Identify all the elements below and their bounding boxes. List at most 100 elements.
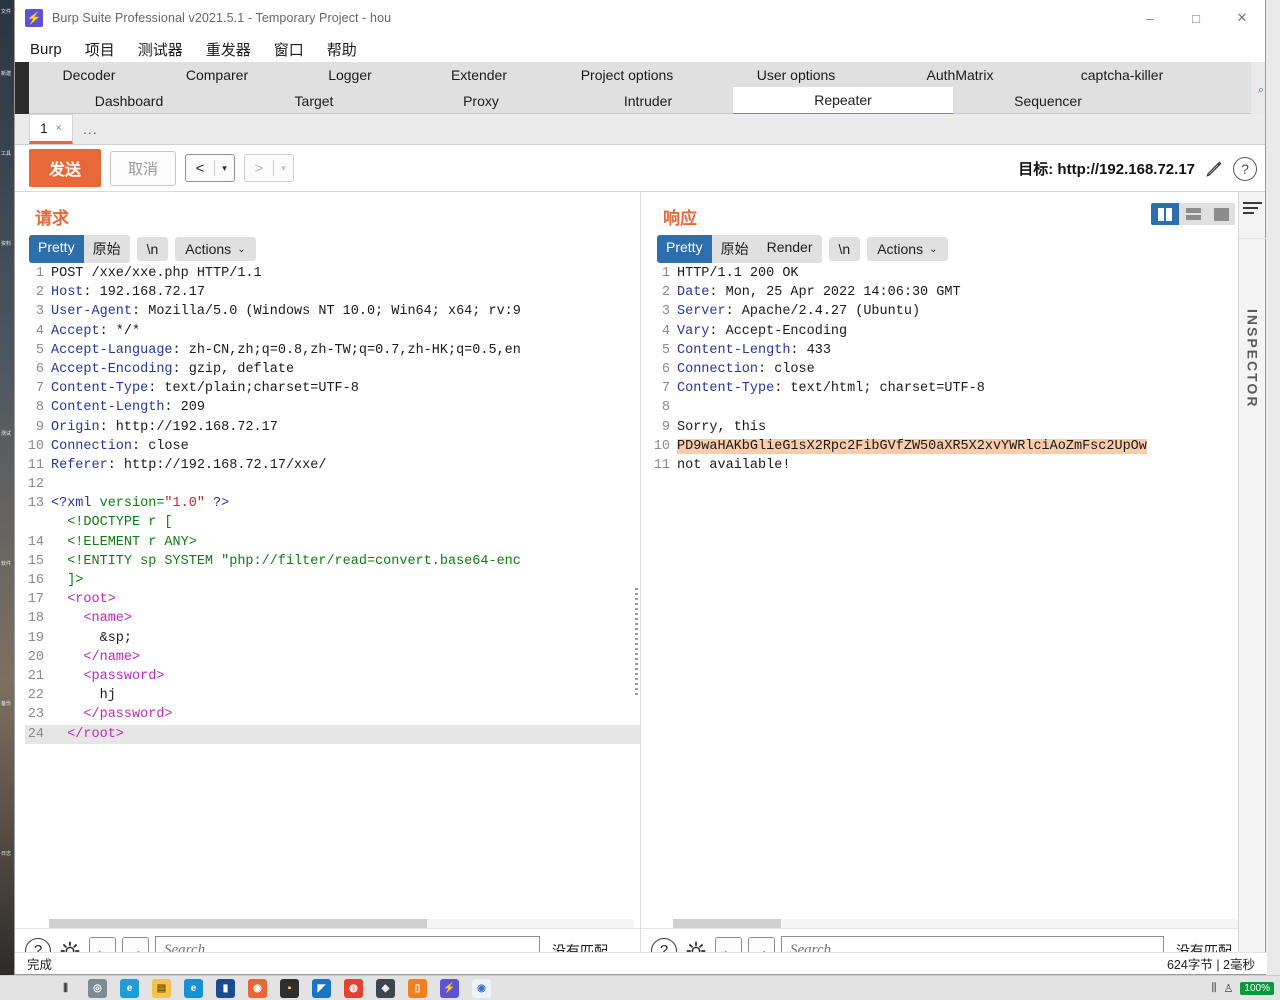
tab-target[interactable]: Target (229, 88, 399, 114)
line-number: 14 (27, 534, 44, 550)
menu-project[interactable]: 项目 (82, 38, 118, 61)
response-editor[interactable]: 1 HTTP/1.1 200 OK 2 Date: Mon, 25 Apr 2022 … (653, 264, 1248, 912)
minimize-button[interactable]: – (1127, 0, 1173, 36)
main-tab-row-top: Decoder Comparer Logger Extender Project… (15, 62, 1267, 88)
menu-repeater[interactable]: 重发器 (203, 38, 254, 61)
response-tab-pretty[interactable]: Pretty (657, 235, 712, 263)
tab-logger[interactable]: Logger (285, 62, 415, 88)
code-line: 11 Referer: http://192.168.72.17/xxe/ (25, 456, 640, 475)
cortana-icon[interactable]: ◎ (88, 978, 107, 998)
code-line: 4 Vary: Accept-Encoding (653, 322, 1248, 341)
status-bar: 完成 624字节 | 2毫秒 (15, 952, 1267, 974)
desktop-file-3[interactable]: 资料 (1, 240, 11, 247)
repeater-tab-bar: 1 × ... (15, 114, 1265, 145)
close-button[interactable]: ✕ (1219, 0, 1265, 36)
response-tab-raw[interactable]: 原始 (711, 235, 758, 263)
response-actions-menu[interactable]: Actions ⌄ (867, 237, 948, 261)
pencil-icon[interactable] (1204, 159, 1224, 179)
code-line-text: Sorry, this (677, 419, 767, 435)
firefox-icon[interactable]: ◉ (248, 978, 267, 998)
desktop-file-7[interactable]: 日志 (1, 850, 11, 857)
request-tab-raw[interactable]: 原始 (83, 235, 130, 263)
repeater-tab-1[interactable]: 1 × (29, 114, 73, 144)
code-line: 14 <!ELEMENT r ANY> (25, 533, 640, 552)
tab-repeater[interactable]: Repeater (733, 87, 953, 116)
tabstrip-overflow-icon[interactable]: ⌕ (1258, 84, 1264, 97)
desktop-file-1[interactable]: 新建 (1, 70, 11, 77)
tab-sequencer[interactable]: Sequencer (953, 88, 1143, 114)
code-line-text: <!DOCTYPE r [ (51, 515, 173, 531)
response-format-group: Pretty 原始 Render (657, 235, 822, 263)
tab-user-options[interactable]: User options (711, 62, 881, 88)
maximize-button[interactable]: □ (1173, 0, 1219, 36)
app-orange-icon[interactable]: ▯ (408, 978, 427, 998)
tab-project-options[interactable]: Project options (543, 62, 711, 88)
terminal-icon[interactable]: ▪ (280, 978, 299, 998)
forward-arrow-icon[interactable]: > (245, 155, 273, 181)
desktop-file-0[interactable]: 文件 (1, 8, 11, 15)
tab-proxy[interactable]: Proxy (399, 88, 563, 114)
tab-decoder[interactable]: Decoder (29, 62, 149, 88)
tab-extender[interactable]: Extender (415, 62, 543, 88)
line-number: 17 (27, 592, 44, 608)
tab-comparer[interactable]: Comparer (149, 62, 285, 88)
help-icon[interactable]: ? (1233, 156, 1257, 181)
tab-intruder[interactable]: Intruder (563, 88, 733, 114)
location-icon[interactable]: ◉ (472, 978, 491, 998)
inspector-panel[interactable]: INSPECTOR (1238, 192, 1266, 972)
tab-dashboard[interactable]: Dashboard (29, 88, 229, 114)
code-line-text: Content-Type: text/html; charset=UTF-8 (677, 381, 985, 397)
edge-icon[interactable]: e (120, 978, 139, 998)
desktop-file-5[interactable]: 软件 (1, 560, 11, 567)
split-vertical-icon[interactable] (1151, 203, 1179, 225)
repeater-tab-add[interactable]: ... (73, 114, 117, 144)
hamburger-icon[interactable] (1243, 200, 1262, 216)
2345-browser-icon[interactable]: e (184, 978, 203, 998)
back-nav-group[interactable]: < ▾ (185, 154, 236, 182)
desktop-file-6[interactable]: 备份 (1, 700, 11, 707)
forward-dropdown-caret-icon[interactable]: ▾ (274, 155, 293, 181)
task-view-icon[interactable]: ⫼ (56, 978, 75, 998)
menu-window[interactable]: 窗口 (271, 38, 307, 61)
close-icon[interactable]: × (56, 123, 62, 134)
split-horizontal-icon[interactable] (1179, 203, 1207, 225)
tray-glyph-icon[interactable]: ⫼ (1211, 982, 1216, 995)
code-line: 7 Content-Type: text/plain;charset=UTF-8 (25, 379, 640, 398)
line-number (25, 513, 51, 532)
tab-authmatrix[interactable]: AuthMatrix (881, 62, 1039, 88)
code-line: 13 <?xml version="1.0" ?> (25, 494, 640, 513)
single-pane-icon[interactable] (1207, 203, 1235, 225)
request-editor[interactable]: 1 POST /xxe/xxe.php HTTP/1.1 2 Host: 192.16… (25, 264, 640, 912)
hand-icon[interactable]: ♙ (1224, 982, 1234, 995)
desktop-file-4[interactable]: 测试 (1, 430, 11, 437)
line-number: 20 (27, 649, 44, 665)
response-newline-toggle[interactable]: \n (828, 237, 861, 261)
cancel-button[interactable]: 取消 (110, 150, 177, 186)
vmware-icon[interactable]: ◈ (376, 978, 395, 998)
chrome-icon[interactable]: ◍ (344, 978, 363, 998)
code-line: 1 POST /xxe/xxe.php HTTP/1.1 (25, 264, 640, 283)
navicat-icon[interactable]: ◤ (312, 978, 331, 998)
menu-help[interactable]: 帮助 (324, 38, 360, 61)
tab-captcha-killer[interactable]: captcha-killer (1039, 62, 1205, 88)
forward-nav-group[interactable]: > ▾ (244, 154, 295, 182)
desktop-file-2[interactable]: 工具 (1, 150, 11, 157)
response-tab-render[interactable]: Render (757, 235, 822, 263)
battery-indicator[interactable]: 100% (1240, 981, 1274, 995)
response-horizontal-scrollbar[interactable] (673, 919, 1258, 928)
office-icon[interactable]: ▮ (216, 978, 235, 998)
send-button[interactable]: 发送 (29, 149, 102, 187)
burp-task-icon[interactable]: ⚡ (440, 978, 459, 998)
menu-intruder[interactable]: 测试器 (135, 38, 186, 61)
explorer-icon[interactable]: ▤ (152, 978, 171, 998)
back-arrow-icon[interactable]: < (186, 155, 214, 181)
request-tab-pretty[interactable]: Pretty (29, 235, 84, 263)
request-newline-toggle[interactable]: \n (136, 237, 169, 261)
code-line-text: </name> (51, 649, 141, 665)
request-horizontal-scrollbar[interactable] (49, 919, 634, 928)
request-actions-menu[interactable]: Actions ⌄ (175, 237, 256, 261)
status-right-text: 624字节 | 2毫秒 (1166, 958, 1255, 972)
menu-burp[interactable]: Burp (27, 40, 65, 59)
back-dropdown-caret-icon[interactable]: ▾ (215, 155, 234, 181)
line-number: 3 (35, 304, 44, 320)
